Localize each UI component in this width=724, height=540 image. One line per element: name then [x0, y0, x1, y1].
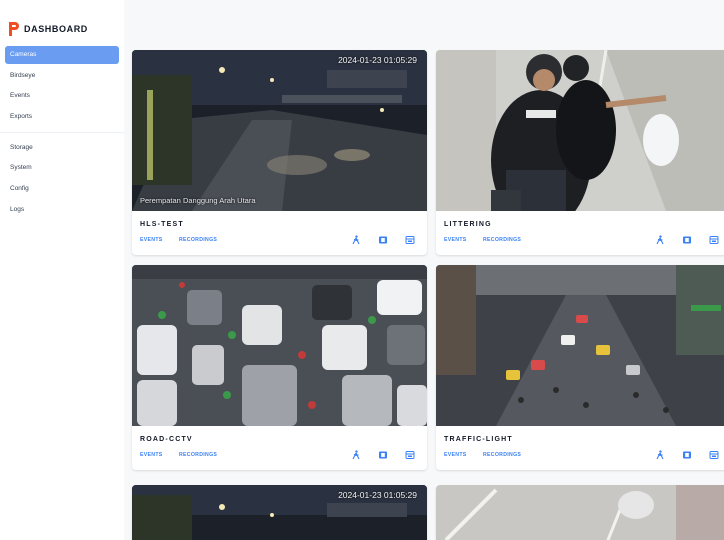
person-detect-icon[interactable]	[655, 235, 665, 245]
camera-card-road-cctv[interactable]: ROAD-CCTV EVENTS RECORDINGS	[132, 265, 427, 470]
camera-actions: EVENTS RECORDINGS	[132, 446, 427, 464]
night-street-image	[132, 50, 427, 211]
sidebar: DASHBOARD Cameras Birdseye Events Export…	[0, 0, 125, 540]
camera-grid: 2024-01-23 01:05:29 Perempatan Danggung …	[124, 0, 724, 540]
camera-feed-traffic-light[interactable]	[436, 265, 724, 426]
camera-feed-road-cctv[interactable]	[132, 265, 427, 426]
sidebar-item-birdseye[interactable]: Birdseye	[5, 67, 119, 85]
sidebar-divider	[0, 131, 124, 133]
intersection-image	[436, 265, 724, 426]
person-detect-icon[interactable]	[655, 450, 665, 460]
events-link[interactable]: EVENTS	[140, 452, 163, 458]
snapshot-icon[interactable]	[405, 235, 415, 245]
film-icon[interactable]	[682, 450, 692, 460]
camera-name: LITTERING	[444, 221, 492, 228]
camera-card-littering[interactable]: LITTERING EVENTS RECORDINGS	[436, 50, 724, 255]
camera-card-partial-2[interactable]	[436, 485, 724, 540]
camera-feed-hls-test[interactable]: 2024-01-23 01:05:29 Perempatan Danggung …	[132, 50, 427, 211]
camera-feed-littering[interactable]	[436, 50, 724, 211]
camera-name: ROAD-CCTV	[140, 436, 193, 443]
sidebar-nav: Cameras Birdseye Events Exports Storage …	[0, 46, 124, 219]
snapshot-icon[interactable]	[709, 450, 719, 460]
camera-card-traffic-light[interactable]: TRAFFIC-LIGHT EVENTS RECORDINGS	[436, 265, 724, 470]
camera-actions: EVENTS RECORDINGS	[132, 231, 427, 249]
camera-feed-partial-2[interactable]	[436, 485, 724, 540]
snapshot-icon[interactable]	[709, 235, 719, 245]
camera-card-hls-test[interactable]: 2024-01-23 01:05:29 Perempatan Danggung …	[132, 50, 427, 255]
film-icon[interactable]	[378, 450, 388, 460]
camera-timestamp: 2024-01-23 01:05:29	[338, 490, 417, 500]
camera-feed-partial-1[interactable]: 2024-01-23 01:05:29	[132, 485, 427, 540]
sidebar-item-config[interactable]: Config	[5, 180, 119, 198]
recordings-link[interactable]: RECORDINGS	[483, 237, 521, 243]
person-detect-icon[interactable]	[351, 450, 361, 460]
film-icon[interactable]	[682, 235, 692, 245]
recordings-link[interactable]: RECORDINGS	[179, 452, 217, 458]
app-title: DASHBOARD	[24, 24, 88, 34]
recordings-link[interactable]: RECORDINGS	[483, 452, 521, 458]
brand[interactable]: DASHBOARD	[0, 0, 124, 44]
sidebar-item-events[interactable]: Events	[5, 87, 119, 105]
camera-timestamp: 2024-01-23 01:05:29	[338, 55, 417, 65]
events-link[interactable]: EVENTS	[444, 452, 467, 458]
person-detect-icon[interactable]	[351, 235, 361, 245]
snapshot-icon[interactable]	[405, 450, 415, 460]
frigate-logo-icon	[9, 22, 19, 36]
camera-name: TRAFFIC-LIGHT	[444, 436, 513, 443]
events-link[interactable]: EVENTS	[140, 237, 163, 243]
motorcycle-riders-image	[436, 50, 724, 211]
sidebar-item-storage[interactable]: Storage	[5, 139, 119, 157]
film-icon[interactable]	[378, 235, 388, 245]
camera-overlay-text: Perempatan Danggung Arah Utara	[140, 196, 256, 205]
camera-card-partial-1[interactable]: 2024-01-23 01:05:29	[132, 485, 427, 540]
camera-actions: EVENTS RECORDINGS	[436, 446, 724, 464]
camera-name: HLS-TEST	[140, 221, 184, 228]
sidebar-item-exports[interactable]: Exports	[5, 108, 119, 126]
traffic-jam-image	[132, 265, 427, 426]
events-link[interactable]: EVENTS	[444, 237, 467, 243]
sidebar-item-cameras[interactable]: Cameras	[5, 46, 119, 64]
recordings-link[interactable]: RECORDINGS	[179, 237, 217, 243]
road-image	[436, 485, 724, 540]
sidebar-item-system[interactable]: System	[5, 159, 119, 177]
sidebar-item-logs[interactable]: Logs	[5, 201, 119, 219]
camera-actions: EVENTS RECORDINGS	[436, 231, 724, 249]
